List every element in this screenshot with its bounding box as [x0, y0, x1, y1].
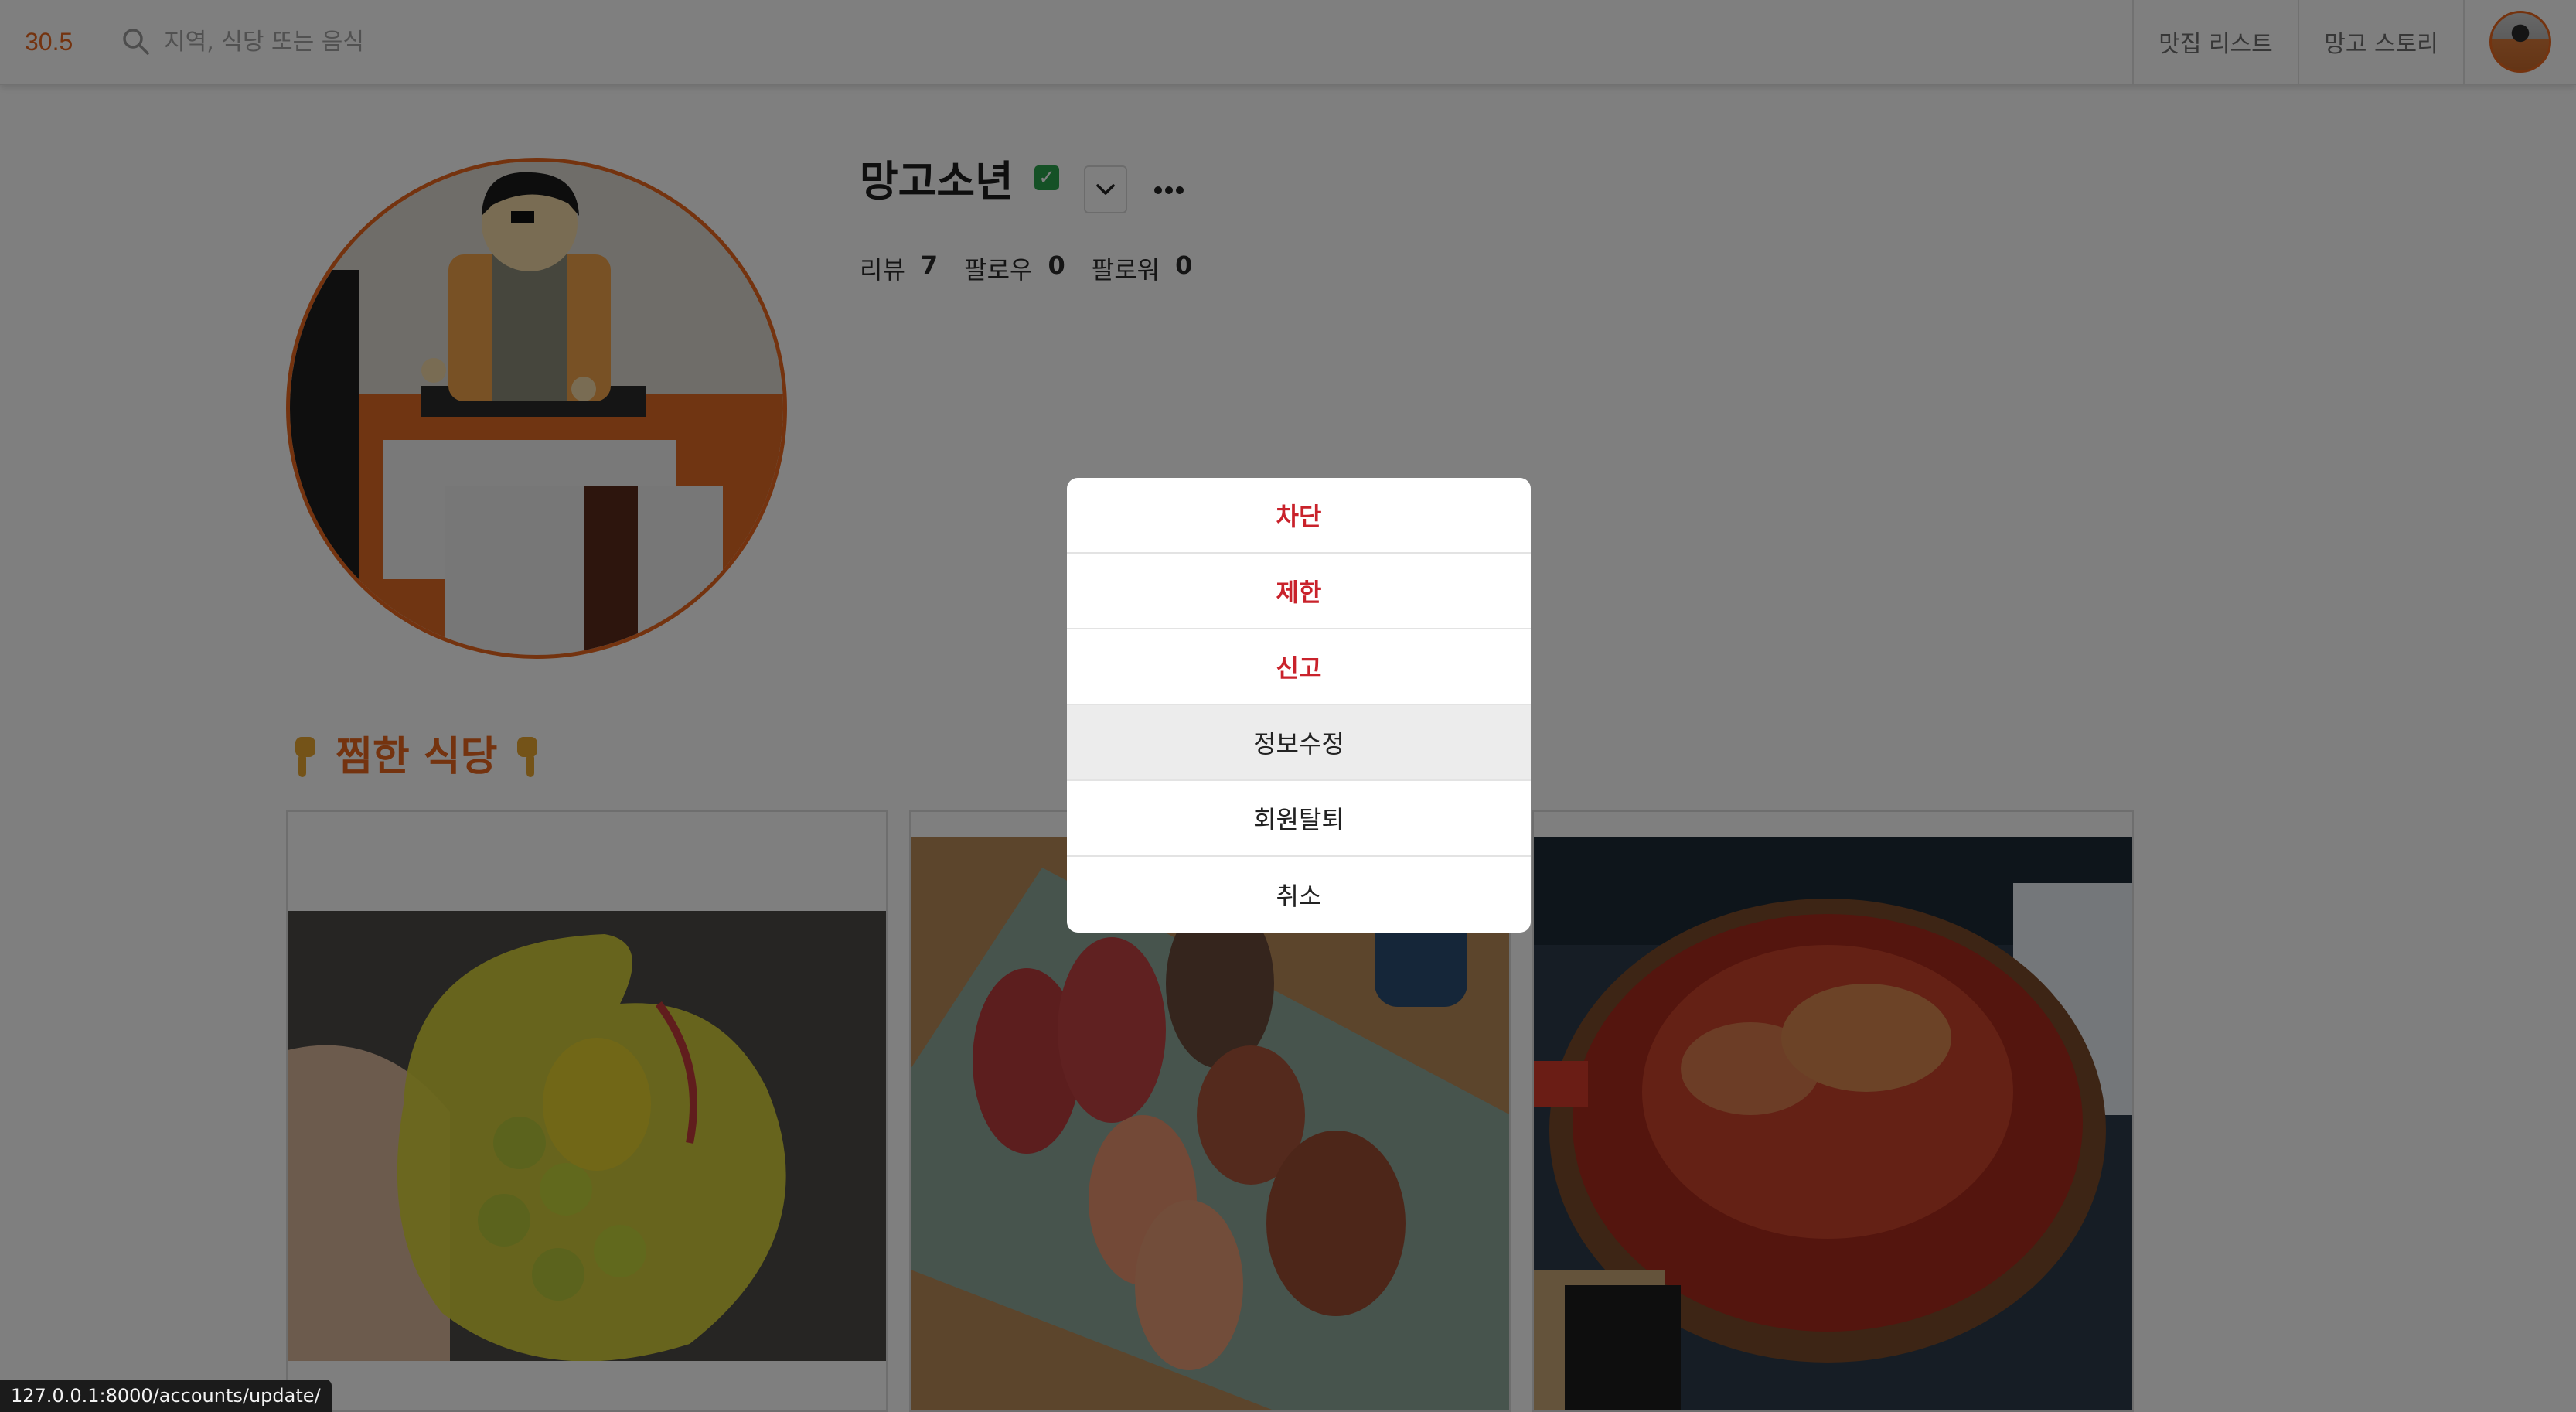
cancel-button[interactable]: 취소 — [1067, 857, 1531, 933]
link-status-url: 127.0.0.1:8000/accounts/update/ — [0, 1380, 332, 1412]
restrict-user-button[interactable]: 제한 — [1067, 554, 1531, 629]
profile-options-modal: 차단 제한 신고 정보수정 회원탈퇴 취소 — [1067, 478, 1531, 933]
block-user-button[interactable]: 차단 — [1067, 478, 1531, 554]
edit-profile-button[interactable]: 정보수정 — [1067, 705, 1531, 781]
delete-account-button[interactable]: 회원탈퇴 — [1067, 781, 1531, 857]
report-user-button[interactable]: 신고 — [1067, 629, 1531, 705]
